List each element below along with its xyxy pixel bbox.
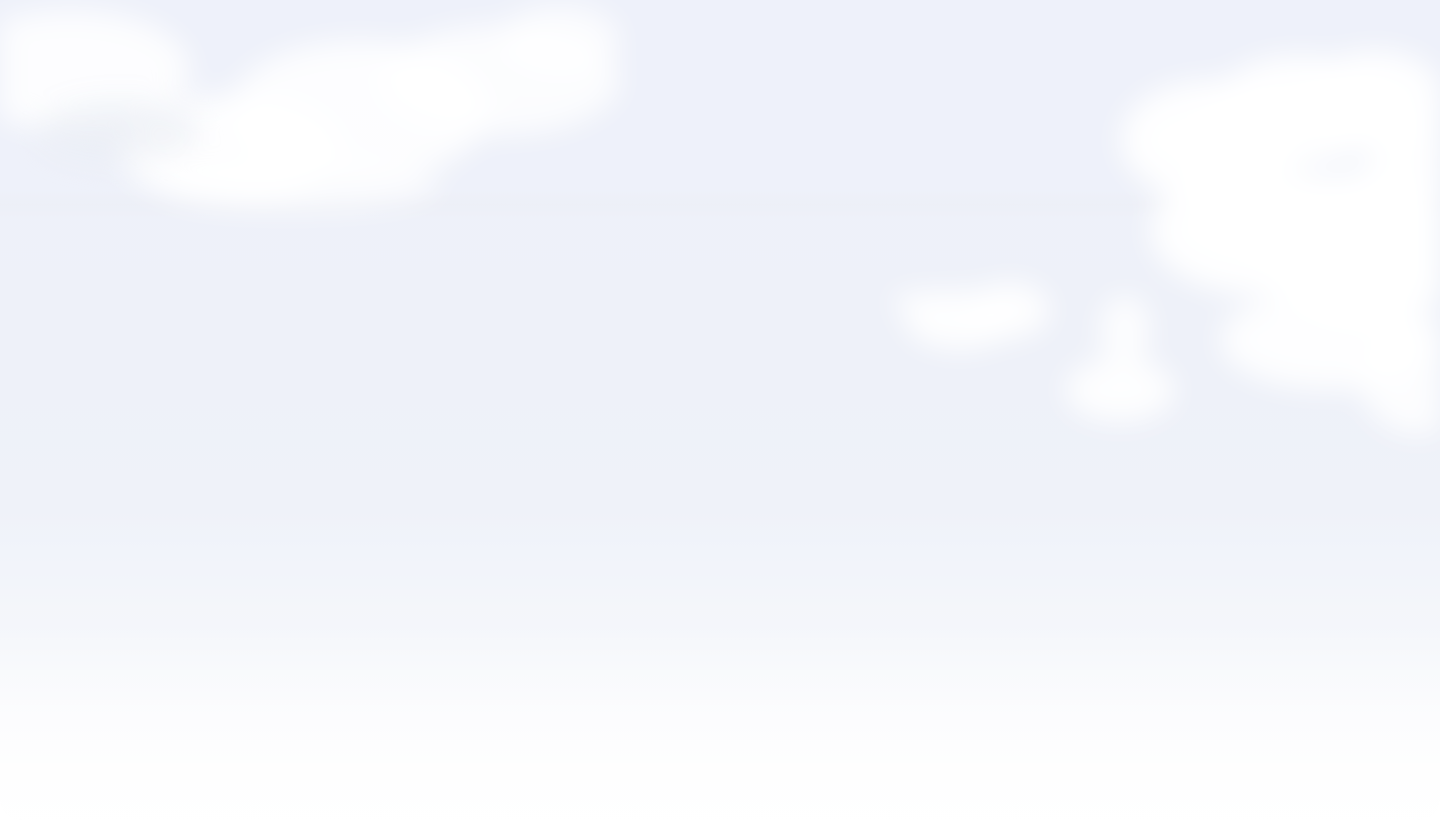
sky-background bbox=[0, 0, 1440, 820]
cloud-small-right bbox=[1065, 295, 1175, 422]
bottom-fade bbox=[0, 620, 1440, 820]
cloud-top-left bbox=[0, 5, 620, 210]
cloud-small-left bbox=[890, 282, 1050, 350]
